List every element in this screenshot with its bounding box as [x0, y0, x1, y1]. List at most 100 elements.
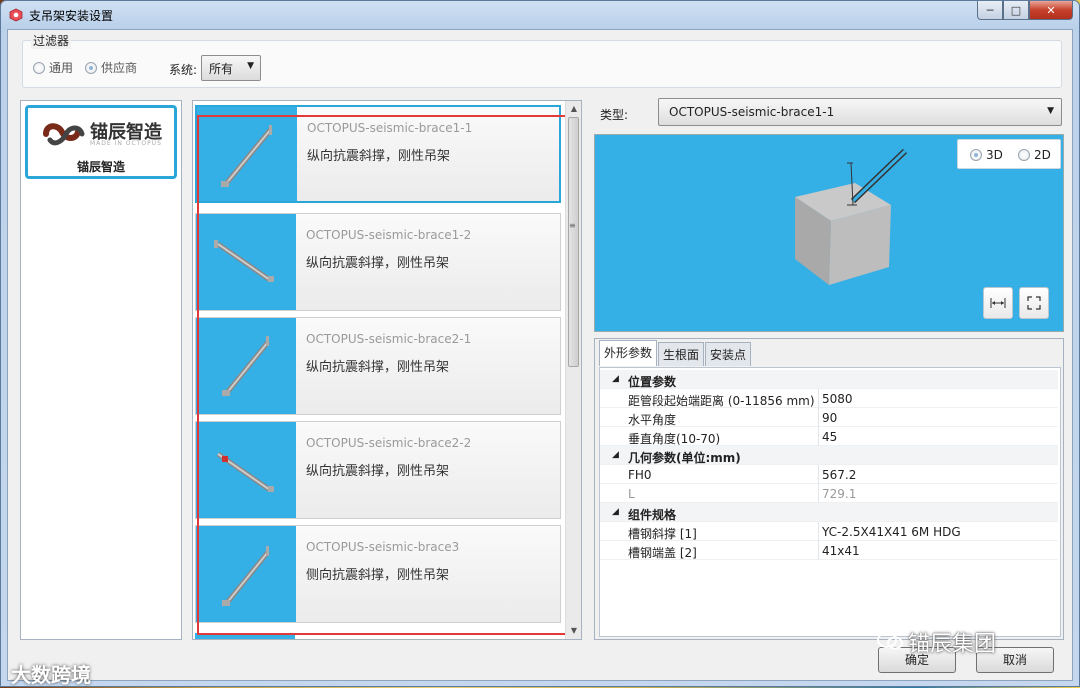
- list-scrollbar[interactable]: ▲ ≡ ▼: [565, 101, 581, 639]
- item-desc: 纵向抗震斜撑，刚性吊架: [307, 149, 451, 164]
- minimize-button[interactable]: ─: [977, 1, 1003, 20]
- property-value[interactable]: 45: [822, 430, 837, 444]
- system-dropdown[interactable]: 所有 ▼: [201, 55, 261, 81]
- list-item[interactable]: OCTOPUS-seismic-brace3 侧向抗震斜撑，刚性吊架: [195, 525, 561, 623]
- list-item[interactable]: OCTOPUS-seismic-brace2-1 纵向抗震斜撑，刚性吊架: [195, 317, 561, 415]
- property-value[interactable]: 41x41: [822, 544, 860, 558]
- tab-install-points[interactable]: 安装点: [705, 342, 752, 366]
- radio-general-dot[interactable]: [33, 61, 45, 74]
- property-key: 垂直角度(10-70): [628, 432, 721, 446]
- radio-supplier-dot[interactable]: [85, 61, 97, 74]
- group-geometry[interactable]: ◢ 几何参数(单位:mm): [600, 446, 1058, 465]
- filter-group: 过滤器 通用 供应商 系统: 所有 ▼: [22, 32, 1062, 88]
- brace-icon: [222, 336, 270, 396]
- brand-caption: 锚辰智造: [76, 160, 125, 174]
- property-value[interactable]: 90: [822, 411, 837, 425]
- properties-panel: 外形参数 生根面 安装点 ◢ 位置参数 距管段起始端距离 (0-11856 mm…: [594, 338, 1064, 640]
- measure-icon: [990, 298, 1006, 308]
- brand-logo-icon: [43, 123, 85, 146]
- radio-supplier-label: 供应商: [101, 61, 138, 75]
- group-title: 位置参数: [628, 375, 677, 389]
- wechat-icon: [877, 632, 903, 650]
- view-mode-toggle: 3D 2D: [957, 139, 1061, 169]
- property-grid: ◢ 位置参数 距管段起始端距离 (0-11856 mm) 5080 水平角度 9…: [599, 367, 1061, 637]
- property-key: FH0: [628, 468, 652, 482]
- property-key: 槽钢斜撑 [1]: [628, 527, 697, 541]
- type-dropdown[interactable]: OCTOPUS-seismic-brace1-1 ▼: [658, 98, 1062, 126]
- property-row[interactable]: 距管段起始端距离 (0-11856 mm) 5080: [600, 389, 1058, 408]
- group-components[interactable]: ◢ 组件规格: [600, 503, 1058, 522]
- radio-2d[interactable]: 2D: [1018, 148, 1051, 162]
- radio-general-label: 通用: [49, 61, 74, 75]
- dialog-client: 过滤器 通用 供应商 系统: 所有 ▼ 锚辰智造 MADE IN OCTOPUS…: [7, 29, 1073, 681]
- radio-2d-dot[interactable]: [1018, 149, 1030, 161]
- expand-icon: [1027, 296, 1041, 310]
- type-dropdown-value: OCTOPUS-seismic-brace1-1: [669, 105, 835, 119]
- brace-icon: [222, 546, 270, 606]
- watermark-left: 大数跨境: [11, 663, 91, 687]
- fit-view-button[interactable]: [1019, 287, 1049, 319]
- product-thumbnail: [196, 526, 296, 622]
- tab-root-surface[interactable]: 生根面: [658, 342, 705, 366]
- property-value[interactable]: 567.2: [822, 468, 856, 482]
- filter-legend: 过滤器: [31, 32, 72, 49]
- product-thumbnail: [196, 214, 296, 310]
- window-title: 支吊架安装设置: [29, 9, 114, 23]
- property-row[interactable]: 垂直角度(10-70) 45: [600, 427, 1058, 446]
- item-desc: 侧向抗震斜撑，刚性吊架: [306, 568, 450, 583]
- product-list: OCTOPUS-seismic-brace1-1 纵向抗震斜撑，刚性吊架 OCT…: [192, 100, 582, 640]
- property-row[interactable]: 水平角度 90: [600, 408, 1058, 427]
- collapse-icon[interactable]: ◢: [612, 507, 619, 517]
- brand-subtitle: MADE IN OCTOPUS: [90, 140, 162, 147]
- preview-viewport[interactable]: 3D 2D: [594, 134, 1064, 332]
- property-value[interactable]: YC-2.5X41X41 6M HDG: [822, 525, 961, 539]
- list-item[interactable]: OCTOPUS-seismic-brace1-1 纵向抗震斜撑，刚性吊架: [195, 105, 561, 203]
- radio-3d-dot[interactable]: [970, 149, 982, 161]
- collapse-icon[interactable]: ◢: [612, 450, 619, 460]
- measure-button[interactable]: [983, 287, 1013, 319]
- collapse-icon[interactable]: ◢: [612, 374, 619, 384]
- property-row[interactable]: 槽钢斜撑 [1] YC-2.5X41X41 6M HDG: [600, 522, 1058, 541]
- chevron-down-icon: ▼: [247, 61, 254, 71]
- app-icon: [9, 8, 23, 22]
- app-window: 支吊架安装设置 ─ □ ✕ 过滤器 通用 供应商 系统: 所有 ▼ 锚辰智造 M…: [0, 0, 1080, 687]
- scroll-down-icon[interactable]: ▼: [566, 623, 581, 639]
- brace-icon: [214, 240, 274, 283]
- brand-panel: 锚辰智造 MADE IN OCTOPUS 锚辰智造: [20, 100, 182, 640]
- property-row[interactable]: FH0 567.2: [600, 465, 1058, 484]
- list-item[interactable]: OCTOPUS-seismic-brace2-2 纵向抗震斜撑，刚性吊架: [195, 421, 561, 519]
- tab-shape-params[interactable]: 外形参数: [599, 340, 658, 366]
- property-value[interactable]: 5080: [822, 392, 853, 406]
- scroll-up-icon[interactable]: ▲: [566, 101, 581, 117]
- property-key: 水平角度: [628, 413, 677, 427]
- watermark-right: 锚辰集团: [908, 632, 997, 657]
- item-desc: 纵向抗震斜撑，刚性吊架: [306, 256, 450, 271]
- item-name: OCTOPUS-seismic-brace3: [306, 540, 460, 554]
- system-dropdown-value: 所有: [209, 62, 234, 76]
- radio-supplier[interactable]: 供应商: [85, 59, 137, 76]
- close-button[interactable]: ✕: [1029, 1, 1073, 20]
- group-position[interactable]: ◢ 位置参数: [600, 370, 1058, 389]
- brace-icon: [221, 125, 273, 187]
- product-thumbnail: [196, 318, 296, 414]
- property-value: 729.1: [822, 487, 857, 501]
- product-thumbnail: [197, 107, 297, 201]
- radio-2d-label: 2D: [1034, 148, 1051, 162]
- brand-card[interactable]: 锚辰智造 MADE IN OCTOPUS 锚辰智造: [25, 105, 177, 179]
- scroll-thumb[interactable]: [568, 117, 579, 367]
- properties-tabs: 外形参数 生根面 安装点: [599, 340, 752, 366]
- maximize-button[interactable]: □: [1003, 1, 1029, 20]
- title-bar: 支吊架安装设置 ─ □ ✕: [1, 1, 1079, 29]
- item-desc: 纵向抗震斜撑，刚性吊架: [306, 360, 450, 375]
- list-item-peek: [195, 633, 295, 639]
- item-name: OCTOPUS-seismic-brace1-1: [307, 121, 473, 135]
- list-item[interactable]: OCTOPUS-seismic-brace1-2 纵向抗震斜撑，刚性吊架: [195, 213, 561, 311]
- radio-3d-label: 3D: [986, 148, 1003, 162]
- property-row[interactable]: 槽钢端盖 [2] 41x41: [600, 541, 1058, 560]
- item-name: OCTOPUS-seismic-brace2-1: [306, 332, 472, 346]
- radio-3d[interactable]: 3D: [970, 148, 1003, 162]
- item-name: OCTOPUS-seismic-brace2-2: [306, 436, 472, 450]
- property-key: 槽钢端盖 [2]: [628, 546, 697, 560]
- radio-general[interactable]: 通用: [33, 59, 73, 76]
- brace-icon: [216, 451, 274, 493]
